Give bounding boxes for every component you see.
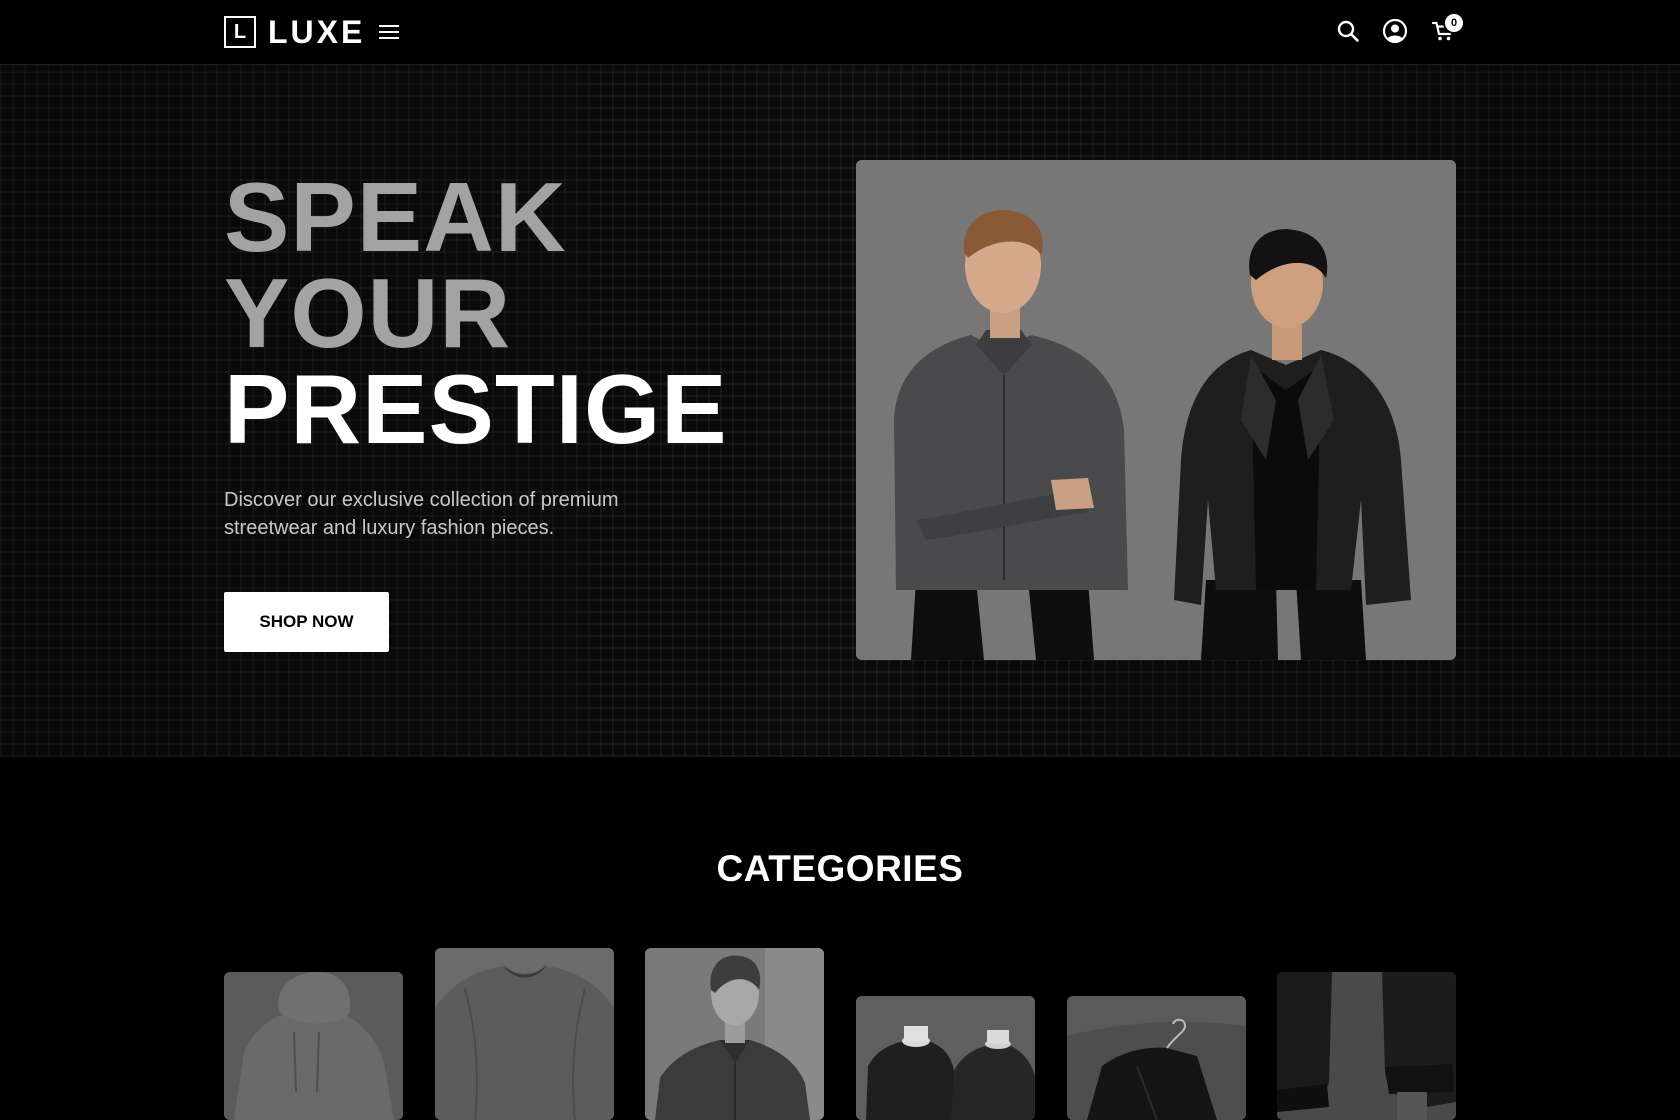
menu-button[interactable] [378,20,400,44]
hero-headline: SPEAK YOUR PRESTIGE [224,162,728,464]
account-button[interactable] [1381,17,1409,45]
categories-title: CATEGORIES [716,848,964,889]
category-card-jackets[interactable] [1067,996,1246,1120]
pants-image [1277,972,1456,1120]
headline-line-2: YOUR [224,258,512,368]
headline-line-1: SPEAK [224,162,567,272]
shirt-model-image [645,948,824,1120]
sweatshirt-image [435,948,614,1120]
category-card-shirts[interactable] [645,948,824,1120]
hero-image [856,160,1456,660]
page: L LUXE 0 SPEAK YOUR PRESTIGE Discover ou… [0,0,1680,1120]
cart-count-badge: 0 [1443,12,1465,34]
headline-line-3: PRESTIGE [224,354,728,464]
hero-section: SPEAK YOUR PRESTIGE Discover our exclusi… [0,65,1680,757]
hero-description: Discover our exclusive collection of pre… [224,489,619,539]
category-card-sweatshirts[interactable] [435,948,614,1120]
site-header: L LUXE 0 [0,0,1680,65]
search-icon [1337,20,1359,42]
logo[interactable]: L LUXE [224,16,365,48]
shop-now-button[interactable]: SHOP NOW [224,592,389,652]
logo-mark: L [224,16,256,48]
category-card-tshirts[interactable] [856,996,1035,1120]
models-illustration [856,160,1456,660]
jacket-image [1067,996,1246,1120]
category-card-hoodies[interactable] [224,972,403,1120]
user-icon [1382,18,1408,44]
category-card-pants[interactable] [1277,972,1456,1120]
search-button[interactable] [1334,17,1362,45]
hoodie-image [224,972,403,1120]
logo-text: LUXE [268,14,366,50]
tshirt-image [856,996,1035,1120]
menu-icon [379,25,399,39]
